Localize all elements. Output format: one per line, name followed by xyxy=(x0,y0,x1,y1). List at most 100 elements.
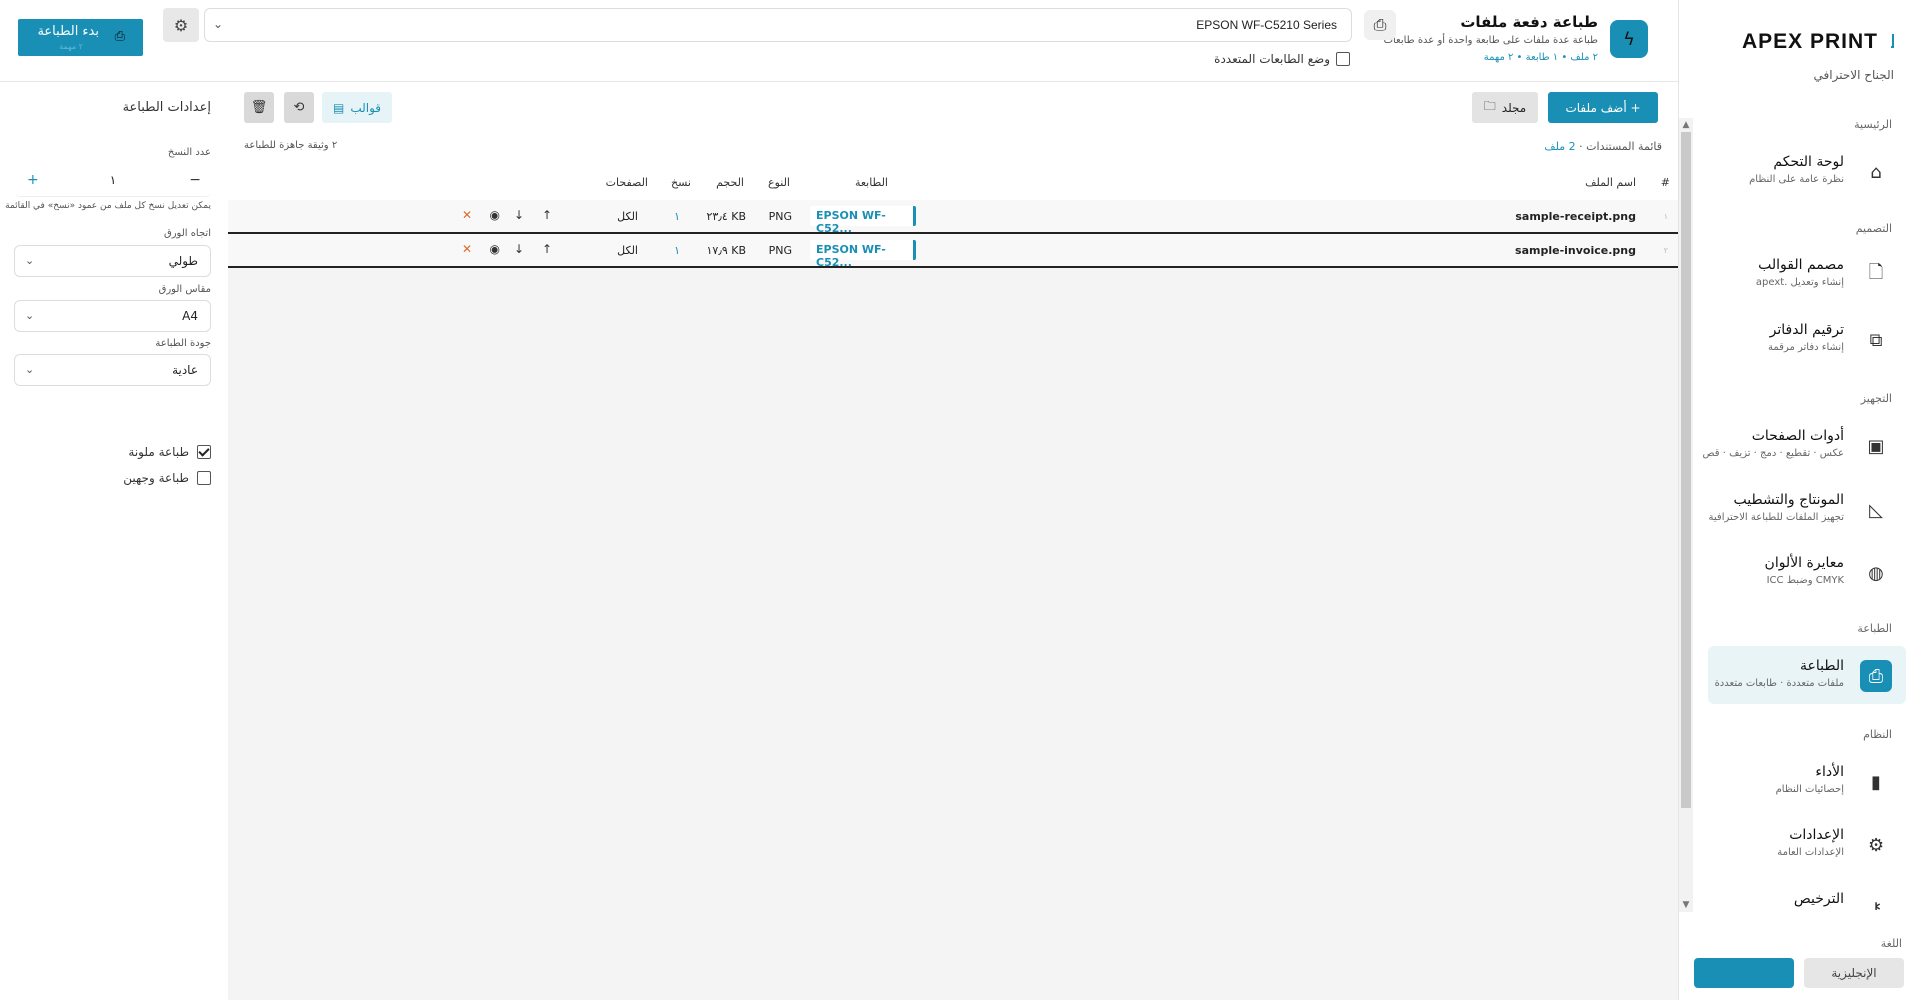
duplex-print-option[interactable]: طباعة وجهين xyxy=(123,471,211,485)
file-type: PNG xyxy=(768,244,792,257)
add-folder-button[interactable]: مجلد 🗀 xyxy=(1472,92,1538,123)
quality-select[interactable]: عادية ⌄ xyxy=(14,354,211,386)
orientation-label: اتجاه الورق xyxy=(163,228,211,239)
brand-logo: APEX PRINT xyxy=(1741,30,1878,53)
file-name: sample-invoice.png xyxy=(1515,244,1636,257)
row-copies[interactable]: ١ xyxy=(674,244,680,257)
start-print-button[interactable]: ⎙ بدء الطباعة ٢ مهمة xyxy=(18,19,143,56)
color-print-label: طباعة ملونة xyxy=(128,445,189,459)
print-settings-panel: إعدادات الطباعة عدد النسخ − ١ + يمكن تعد… xyxy=(0,84,227,1000)
sidebar-item-dashboard[interactable]: ⌂ لوحة التحكم نظرة عامة على النظام xyxy=(1708,142,1906,200)
multi-printer-checkbox[interactable] xyxy=(1336,52,1350,66)
sidebar-item-title: ترقيم الدفاتر xyxy=(1769,322,1844,338)
copies-stepper[interactable]: − ١ + xyxy=(15,165,211,197)
chevron-down-icon: ⌄ xyxy=(25,309,35,322)
row-printer-select[interactable]: EPSON WF-C52... xyxy=(810,206,916,235)
sidebar-item-title: لوحة التحكم xyxy=(1773,154,1844,170)
remove-row-icon[interactable]: ✕ xyxy=(462,242,472,256)
add-files-button[interactable]: + أضف ملفات xyxy=(1548,92,1658,123)
increment-button[interactable]: + xyxy=(27,172,39,188)
lang-english-button[interactable]: الإنجليزية xyxy=(1804,958,1904,988)
sidebar-item-sub: تجهيز الملفات للطباعة الاحترافية xyxy=(1708,512,1844,523)
preview-eye-icon[interactable]: ◉ xyxy=(490,242,500,256)
sidebar-item-settings[interactable]: ⚙ الإعدادات الإعدادات العامة xyxy=(1708,815,1906,873)
copies-value[interactable]: ١ xyxy=(15,173,211,187)
section-home: الرئيسية xyxy=(1854,118,1892,131)
orientation-value: طولي xyxy=(168,254,198,268)
sidebar-item-sub: إحصائيات النظام xyxy=(1775,784,1844,795)
col-printer: الطابعة xyxy=(854,176,888,189)
sidebar-scrollbar[interactable]: ▲ ▼ xyxy=(1679,118,1693,912)
sidebar-item-title: الترخيص xyxy=(1793,891,1844,907)
row-copies[interactable]: ١ xyxy=(674,210,680,223)
folder-icon: 🗀 xyxy=(1483,99,1496,113)
move-up-icon[interactable]: ↑ xyxy=(542,242,552,256)
copies-help: يمكن تعديل نسخ كل ملف من عمود «نسخ» في ا… xyxy=(5,201,211,211)
job-stats: ٢ ملف • ١ طابعة • ٢ مهمة xyxy=(1483,52,1598,63)
orientation-select[interactable]: طولي ⌄ xyxy=(14,245,211,277)
row-printer-select[interactable]: EPSON WF-C52... xyxy=(810,240,916,269)
move-down-icon[interactable]: ↓ xyxy=(514,242,524,256)
section-system: النظام xyxy=(1863,728,1892,741)
table-row[interactable]: ٢ sample-invoice.png EPSON WF-C52... PNG… xyxy=(228,234,1678,269)
lang-arabic-button[interactable]: العربية xyxy=(1694,958,1794,988)
sidebar-item-color-calibration[interactable]: ◍ معايرة الألوان CMYK وضبط ICC xyxy=(1708,543,1906,601)
scroll-up-icon[interactable]: ▲ xyxy=(1679,118,1693,132)
sidebar-item-sub: إنشاء وتعديل .apext xyxy=(1755,277,1844,288)
sidebar-item-title: الطباعة xyxy=(1800,658,1844,674)
document-count: قائمة المستندات · 2 ملف xyxy=(1544,140,1662,153)
chevron-down-icon: ⌄ xyxy=(25,363,35,376)
chevron-down-icon: ⌄ xyxy=(25,254,35,267)
sidebar-item-performance[interactable]: ▮ الأداء إحصائيات النظام xyxy=(1708,752,1906,810)
page-header: ϟ طباعة دفعة ملفات طباعة عدة ملفات على ط… xyxy=(0,0,1678,82)
sidebar-item-printing[interactable]: ⎙ الطباعة ملفات متعددة · طابعات متعددة xyxy=(1708,646,1906,704)
ruler-icon: ◺ xyxy=(1869,499,1883,521)
page-subtitle: طباعة عدة ملفات على طابعة واحدة أو عدة ط… xyxy=(1383,35,1598,46)
file-name: sample-receipt.png xyxy=(1515,210,1636,223)
duplex-print-checkbox[interactable] xyxy=(197,471,211,485)
multi-printer-toggle[interactable]: وضع الطابعات المتعددة xyxy=(1214,52,1350,66)
remove-row-icon[interactable]: ✕ xyxy=(462,208,472,222)
color-print-checkbox[interactable] xyxy=(197,445,211,459)
sidebar-item-license[interactable]: ⚷ الترخيص xyxy=(1708,879,1906,910)
move-up-icon[interactable]: ↑ xyxy=(542,208,552,222)
sidebar-item-page-tools[interactable]: ▣ أدوات الصفحات عكس · تقطيع · دمج · تزيف… xyxy=(1703,416,1906,474)
printer-select-value: EPSON WF-C5210 Series xyxy=(1196,18,1337,32)
refresh-button[interactable]: ⟲ xyxy=(284,92,314,123)
row-pages[interactable]: الكل xyxy=(617,244,638,257)
section-design: التصميم xyxy=(1855,222,1892,235)
paper-size-select[interactable]: A4 ⌄ xyxy=(14,300,211,332)
table-row[interactable]: ١ sample-receipt.png EPSON WF-C52... PNG… xyxy=(228,200,1678,235)
trash-icon: 🗑 xyxy=(250,100,268,115)
copies-label: عدد النسخ xyxy=(167,147,211,158)
printer-icon: ⎙ xyxy=(114,29,125,44)
sidebar-item-numbering[interactable]: ⧉ ترقيم الدفاتر إنشاء دفاتر مرقمة xyxy=(1708,310,1906,368)
preview-eye-icon[interactable]: ◉ xyxy=(490,208,500,222)
col-num: # xyxy=(1660,176,1670,189)
printer-icon: ⎙ xyxy=(1860,660,1892,692)
row-pages[interactable]: الكل xyxy=(617,210,638,223)
sidebar-item-title: المونتاج والتشطيب xyxy=(1733,492,1844,508)
folder-label: مجلد xyxy=(1501,100,1527,115)
sidebar-item-title: مصمم القوالب xyxy=(1758,257,1844,273)
sidebar-item-sub: نظرة عامة على النظام xyxy=(1749,174,1844,185)
app-window: APEX PRINT الجناح الاحترافي ▲ ▼ الرئيسية… xyxy=(0,0,1916,1000)
settings-gear-button[interactable]: ⚙ xyxy=(163,8,199,42)
sidebar-item-sub: إنشاء دفاتر مرقمة xyxy=(1768,342,1844,353)
chart-icon: ▮ xyxy=(1871,771,1881,793)
home-icon: ⌂ xyxy=(1870,161,1882,183)
color-print-option[interactable]: طباعة ملونة xyxy=(128,445,211,459)
scrollbar-thumb[interactable] xyxy=(1681,132,1691,808)
sidebar-clip: ⚷ الترخيص xyxy=(1678,876,1916,910)
templates-button[interactable]: قوالب ▤ xyxy=(322,92,392,123)
printer-select[interactable]: EPSON WF-C5210 Series ⌄ xyxy=(204,8,1352,42)
sidebar-item-template-designer[interactable]: 🗋 مصمم القوالب إنشاء وتعديل .apext xyxy=(1708,245,1906,303)
documents-toolbar: + أضف ملفات مجلد 🗀 قوالب ▤ ⟲ 🗑 قائمة الم… xyxy=(228,84,1678,200)
clear-list-button[interactable]: 🗑 xyxy=(244,92,274,123)
sidebar-item-montage[interactable]: ◺ المونتاج والتشطيب تجهيز الملفات للطباع… xyxy=(1708,480,1906,538)
gear-icon: ⚙ xyxy=(173,15,189,35)
file-type: PNG xyxy=(768,210,792,223)
file-count: 2 ملف xyxy=(1544,140,1576,153)
move-down-icon[interactable]: ↓ xyxy=(514,208,524,222)
brand-mark xyxy=(1891,34,1894,48)
